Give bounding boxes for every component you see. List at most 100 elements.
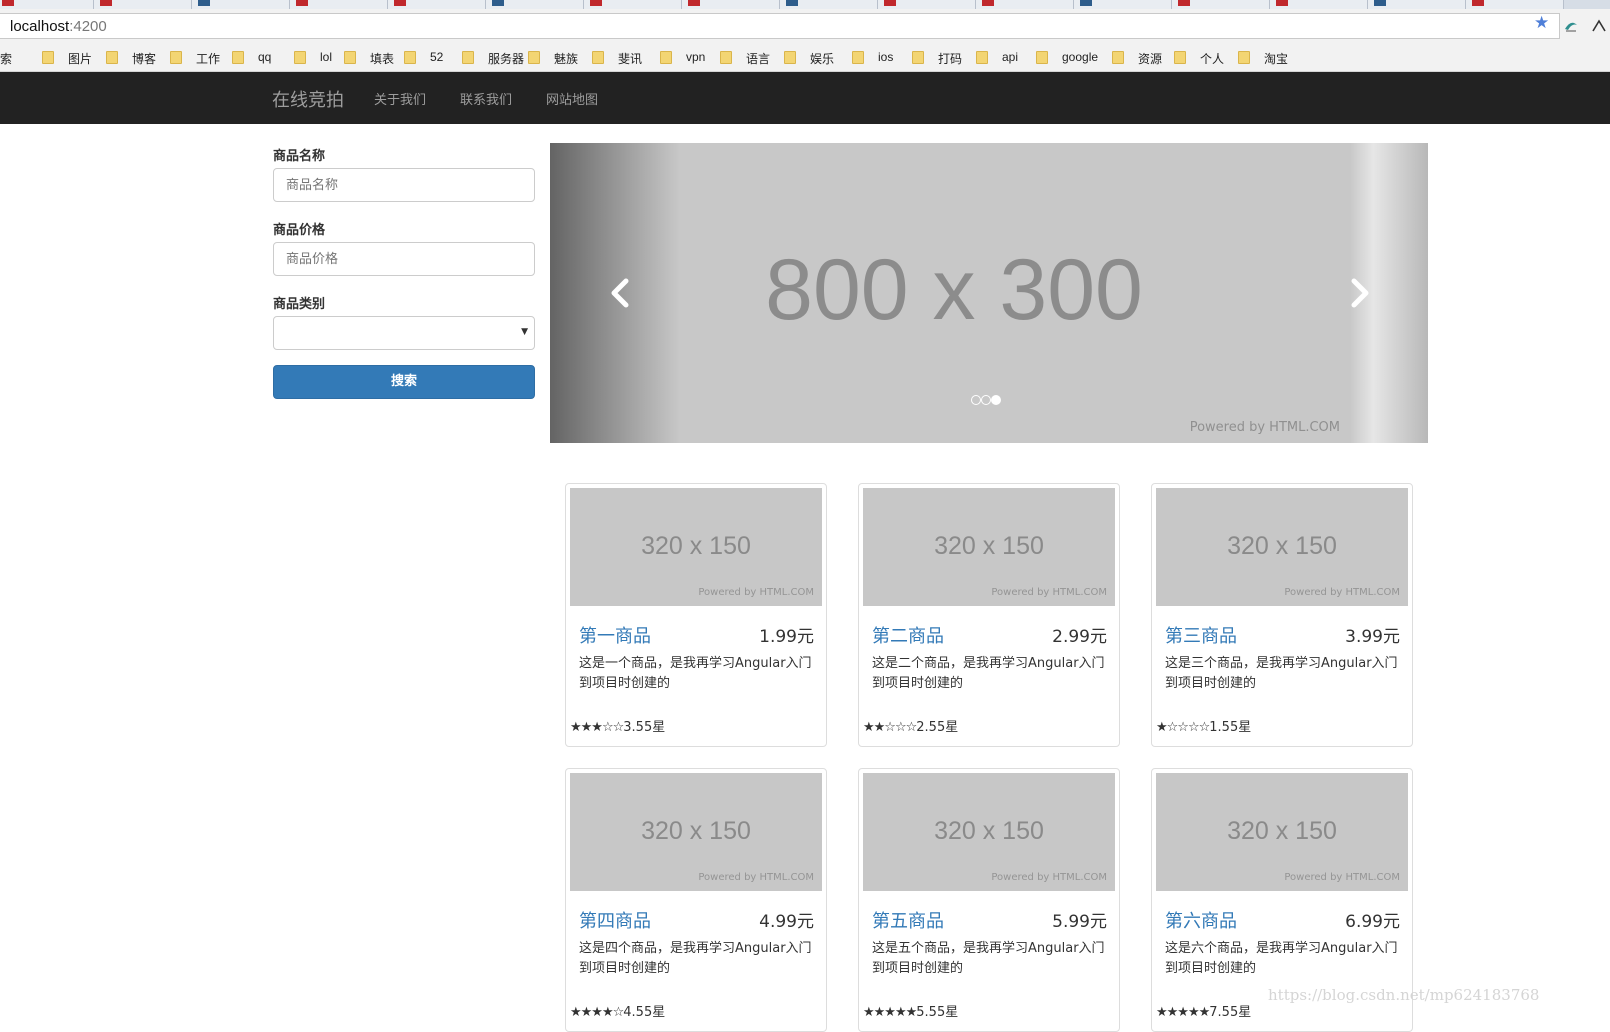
- carousel-indicator-dot[interactable]: [981, 395, 991, 405]
- browser-tab[interactable]: [486, 0, 584, 9]
- product-title-link[interactable]: 第一商品: [579, 622, 651, 648]
- tab-favicon-icon: [982, 0, 994, 6]
- navbar-brand[interactable]: 在线竞拍: [272, 86, 344, 112]
- bookmark-label: 工作: [196, 52, 221, 66]
- tab-favicon-icon: [1276, 0, 1288, 6]
- tab-favicon-icon: [1374, 0, 1386, 6]
- product-description: 这是四个商品，是我再学习Angular入门到项目时创建的: [579, 941, 812, 976]
- thumbnail-label: 320 x 150: [934, 817, 1044, 845]
- tab-favicon-icon: [296, 0, 308, 6]
- browser-tab[interactable]: [94, 0, 192, 9]
- product-title-link[interactable]: 第二商品: [872, 622, 944, 648]
- carousel-indicators: [971, 395, 1011, 407]
- extension-icon[interactable]: [1562, 17, 1580, 35]
- product-price-input[interactable]: [273, 242, 535, 276]
- browser-tab[interactable]: [878, 0, 976, 9]
- product-rating: ★★☆☆☆2.55星: [863, 716, 958, 735]
- product-price: 2.99元: [1052, 627, 1107, 647]
- thumbnail-label: 320 x 150: [1227, 817, 1337, 845]
- thumbnail-label: 320 x 150: [641, 532, 751, 560]
- product-thumbnail: 320 x 150 Powered by HTML.COM: [1156, 773, 1408, 891]
- product-title-link[interactable]: 第三商品: [1165, 622, 1237, 648]
- chevron-down-icon: ▼: [521, 327, 528, 337]
- folder-icon: [1036, 51, 1048, 64]
- browser-tab[interactable]: [1074, 0, 1172, 9]
- browser-tab[interactable]: [682, 0, 780, 9]
- product-card: 320 x 150 Powered by HTML.COM 第一商品 1.99元 这是一…: [565, 483, 827, 747]
- rating-stars-icon: ★☆☆☆☆: [1156, 720, 1210, 735]
- product-description: 这是二个商品，是我再学习Angular入门到项目时创建的: [872, 656, 1105, 691]
- chevron-right-icon[interactable]: [1340, 273, 1380, 313]
- browser-tab[interactable]: [976, 0, 1074, 9]
- bookmark-label: lol: [320, 50, 333, 64]
- browser-tab[interactable]: [780, 0, 878, 9]
- bookmark-label: 52: [430, 50, 444, 64]
- product-thumbnail: 320 x 150 Powered by HTML.COM: [1156, 488, 1408, 606]
- bookmark-label: 语言: [746, 52, 771, 66]
- rating-text: 7.55星: [1209, 1005, 1252, 1020]
- product-title-link[interactable]: 第六商品: [1165, 907, 1237, 933]
- browser-tab[interactable]: [1368, 0, 1466, 9]
- extension-icon[interactable]: [1590, 17, 1608, 35]
- product-category-select[interactable]: ▼: [273, 316, 535, 350]
- nav-link-contact[interactable]: 联系我们: [460, 89, 512, 108]
- product-description: 这是三个商品，是我再学习Angular入门到项目时创建的: [1165, 656, 1398, 691]
- thumbnail-powered-by: Powered by HTML.COM: [1284, 872, 1400, 883]
- product-name-label: 商品名称: [273, 149, 326, 164]
- folder-icon: [660, 51, 672, 64]
- tab-favicon-icon: [884, 0, 896, 6]
- browser-tab[interactable]: [388, 0, 486, 9]
- bookmark-label: 搜索: [0, 52, 13, 66]
- nav-link-about[interactable]: 关于我们: [374, 89, 426, 108]
- carousel-indicator-dot[interactable]: [971, 395, 981, 405]
- browser-tab[interactable]: [1466, 0, 1564, 9]
- folder-icon: [344, 51, 356, 64]
- thumbnail-powered-by: Powered by HTML.COM: [1284, 587, 1400, 598]
- address-bar[interactable]: localhost:4200: [0, 13, 1560, 39]
- folder-icon: [720, 51, 732, 64]
- rating-text: 2.55星: [916, 720, 959, 735]
- search-button[interactable]: 搜索: [273, 365, 535, 399]
- folder-icon: [912, 51, 924, 64]
- thumbnail-powered-by: Powered by HTML.COM: [698, 587, 814, 598]
- bookmark-label: qq: [258, 50, 272, 64]
- product-thumbnail: 320 x 150 Powered by HTML.COM: [570, 488, 822, 606]
- product-price: 5.99元: [1052, 912, 1107, 932]
- folder-icon: [852, 51, 864, 64]
- product-name-input[interactable]: [273, 168, 535, 202]
- thumbnail-label: 320 x 150: [1227, 532, 1337, 560]
- product-price-label: 商品价格: [273, 223, 326, 238]
- folder-icon: [1112, 51, 1124, 64]
- tab-favicon-icon: [492, 0, 504, 6]
- browser-tab[interactable]: [0, 0, 94, 9]
- nav-link-sitemap[interactable]: 网站地图: [546, 89, 598, 108]
- bookmark-label: 服务器: [488, 52, 525, 66]
- address-bar-area: localhost:4200 ★: [0, 9, 1610, 43]
- bookmark-label: 魅族: [554, 52, 579, 66]
- folder-icon: [976, 51, 988, 64]
- bookmark-label: 娱乐: [810, 52, 835, 66]
- product-title-link[interactable]: 第五商品: [872, 907, 944, 933]
- browser-tab[interactable]: [192, 0, 290, 9]
- bookmark-label: 打码: [938, 52, 963, 66]
- chevron-left-icon[interactable]: [600, 273, 640, 313]
- thumbnail-label: 320 x 150: [934, 532, 1044, 560]
- bookmark-label: ios: [878, 50, 894, 64]
- rating-stars-icon: ★★☆☆☆: [863, 720, 917, 735]
- carousel-indicator-dot[interactable]: [991, 395, 1001, 405]
- bookmark-star-icon[interactable]: ★: [1534, 13, 1549, 33]
- bookmark-label: 淘宝: [1264, 52, 1289, 66]
- bookmarks-bar: 搜索 图片 博客 工作 qq lol 填表 52 服务器 魅族 斐讯 vpn 语言 娱乐 ios 打码 api g…: [0, 43, 1610, 72]
- address-url[interactable]: localhost:4200: [10, 18, 107, 35]
- carousel-image-label: 800 x 300: [765, 242, 1143, 338]
- browser-tab[interactable]: [1172, 0, 1270, 9]
- bookmark-label: api: [1002, 50, 1019, 64]
- browser-tab[interactable]: [1270, 0, 1368, 9]
- product-card: 320 x 150 Powered by HTML.COM 第二商品 2.99元 这是二…: [858, 483, 1120, 747]
- browser-tab-strip: [0, 0, 1610, 9]
- product-title-link[interactable]: 第四商品: [579, 907, 651, 933]
- folder-icon: [1174, 51, 1186, 64]
- browser-tab[interactable]: [290, 0, 388, 9]
- browser-tab[interactable]: [584, 0, 682, 9]
- rating-stars-icon: ★★★★★: [863, 1005, 917, 1020]
